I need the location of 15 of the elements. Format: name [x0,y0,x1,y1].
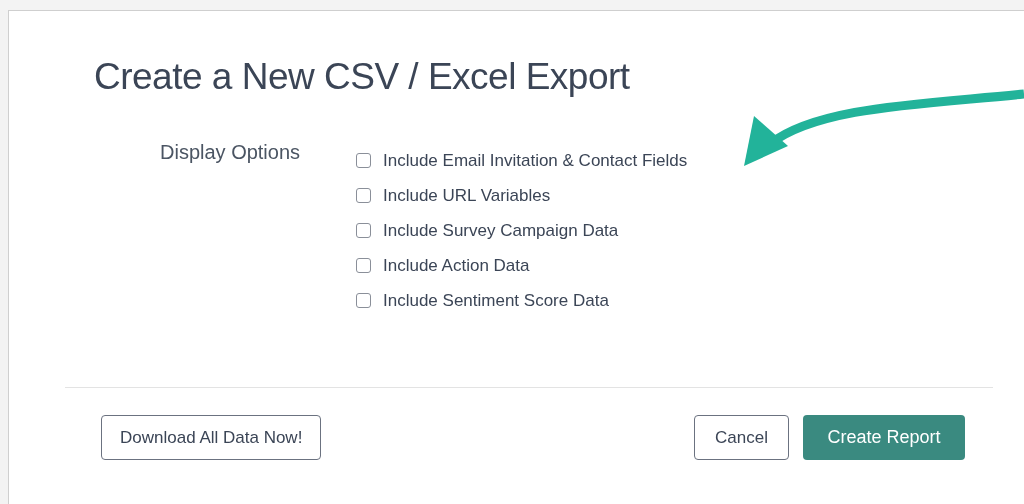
checkbox[interactable] [356,293,371,308]
create-report-button[interactable]: Create Report [803,415,965,460]
dialog-title: Create a New CSV / Excel Export [94,57,630,97]
display-options-label: Display Options [160,140,302,165]
checkbox[interactable] [356,258,371,273]
option-checkbox[interactable]: Include Action Data [356,254,530,277]
download-button[interactable]: Download All Data Now! [101,415,322,460]
option-checkbox[interactable]: Include Survey Campaign Data [356,219,619,242]
cancel-button[interactable]: Cancel [694,415,789,460]
option-checkbox[interactable]: Include Sentiment Score Data [356,289,609,312]
checkbox[interactable] [356,188,371,203]
checkbox[interactable] [356,153,371,168]
checkbox[interactable] [356,223,371,238]
option-checkbox[interactable]: Include Email Invitation & Contact Fields [356,149,688,172]
option-checkbox[interactable]: Include URL Variables [356,184,551,207]
